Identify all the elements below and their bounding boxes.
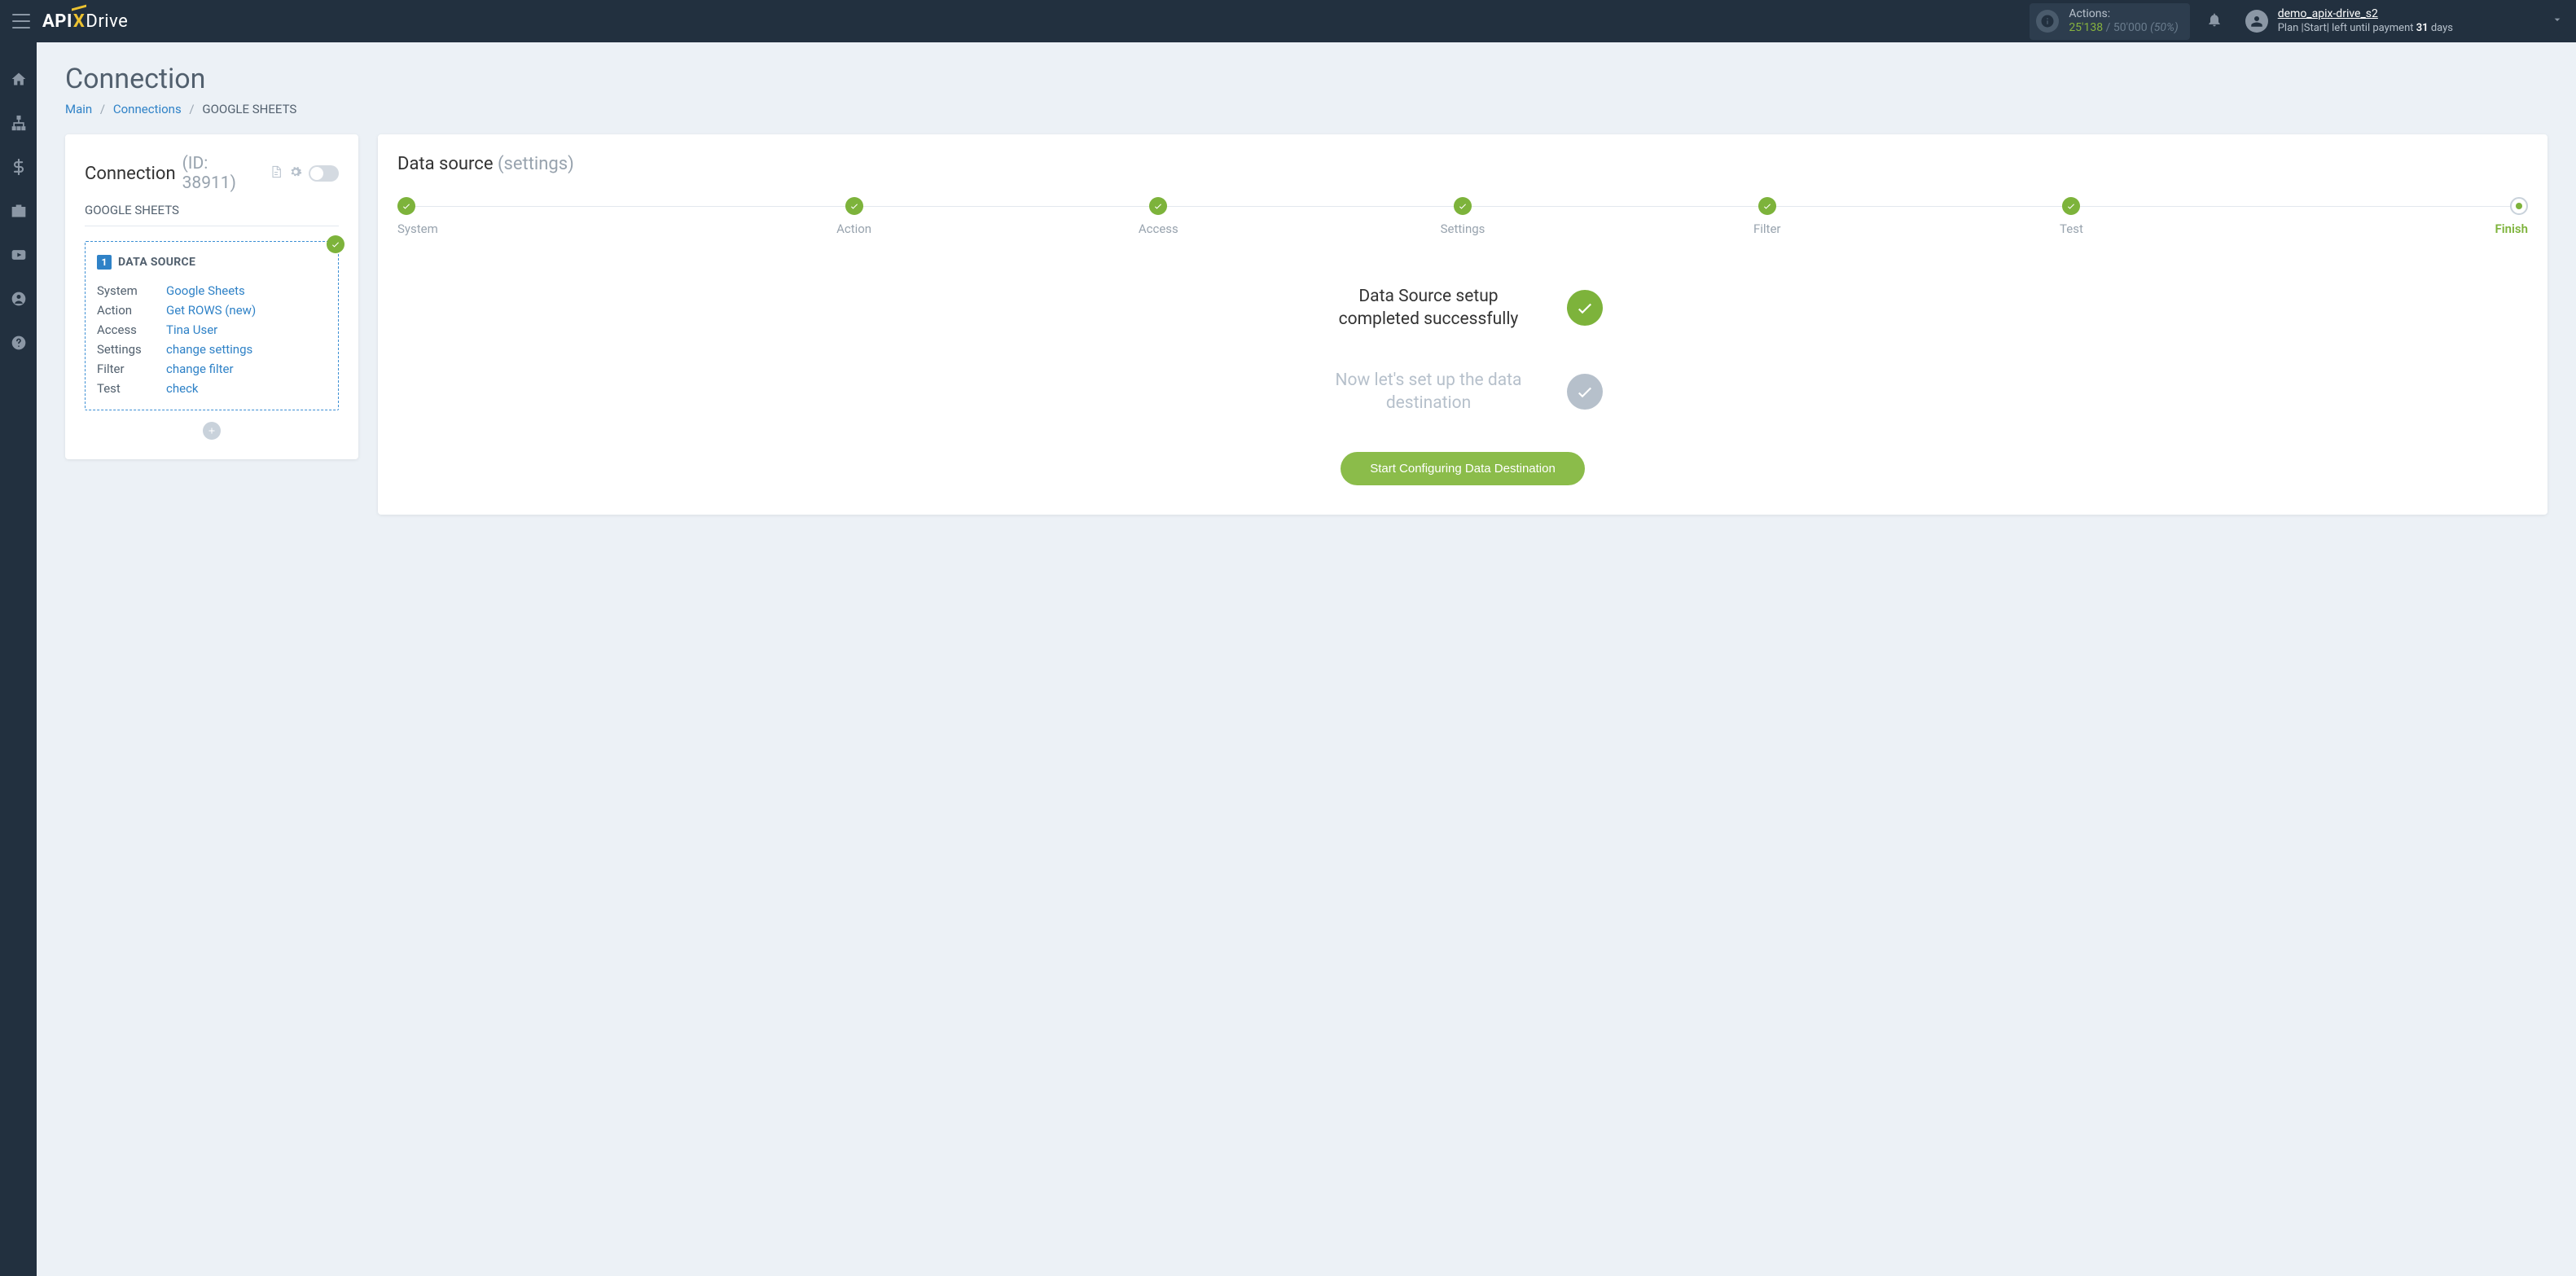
start-destination-button[interactable]: Start Configuring Data Destination xyxy=(1341,452,1585,485)
breadcrumb-current: GOOGLE SHEETS xyxy=(202,102,296,116)
home-icon[interactable] xyxy=(11,71,27,90)
ds-action-link[interactable]: Get ROWS (new) xyxy=(166,300,256,320)
account-icon[interactable] xyxy=(11,291,27,310)
success-check-icon xyxy=(1567,290,1603,326)
sidebar xyxy=(0,42,37,1276)
box-title: DATA SOURCE xyxy=(118,256,195,269)
user-menu[interactable]: demo_apix-drive_s2 Plan |Start| left unt… xyxy=(2245,7,2453,35)
status-success: Data Source setup completed successfully xyxy=(397,285,2528,331)
actions-label: Actions: xyxy=(2069,7,2178,22)
actions-pct: (50%) xyxy=(2150,21,2179,34)
chevron-down-icon[interactable] xyxy=(2453,13,2564,29)
breadcrumb: Main / Connections / GOOGLE SHEETS xyxy=(65,102,2547,116)
step-filter[interactable]: Filter xyxy=(1615,197,1920,236)
right-title: Data source (settings) xyxy=(397,154,2528,174)
youtube-icon[interactable] xyxy=(11,247,27,266)
step-access[interactable]: Access xyxy=(1006,197,1310,236)
breadcrumb-main[interactable]: Main xyxy=(65,102,92,116)
ds-test-link[interactable]: check xyxy=(166,379,199,398)
topbar: APIXDrive Actions: 25'138 / 50'000 (50%)… xyxy=(0,0,2576,42)
status-pending: Now let's set up the data destination xyxy=(397,369,2528,415)
connections-icon[interactable] xyxy=(11,115,27,134)
help-icon[interactable] xyxy=(11,335,27,354)
notifications-icon[interactable] xyxy=(2206,11,2223,31)
ds-system-link[interactable]: Google Sheets xyxy=(166,281,245,300)
billing-icon[interactable] xyxy=(11,159,27,178)
breadcrumb-connections[interactable]: Connections xyxy=(113,102,182,116)
step-system[interactable]: System xyxy=(397,197,702,236)
ds-access-link[interactable]: Tina User xyxy=(166,320,217,340)
step-test[interactable]: Test xyxy=(1920,197,2224,236)
gear-icon[interactable] xyxy=(289,165,302,182)
step-action[interactable]: Action xyxy=(702,197,1007,236)
avatar-icon xyxy=(2245,10,2268,33)
ds-settings-link[interactable]: change settings xyxy=(166,340,252,359)
connection-name: GOOGLE SHEETS xyxy=(85,203,339,226)
check-icon xyxy=(327,235,344,253)
enable-toggle[interactable] xyxy=(309,165,339,182)
hamburger-menu[interactable] xyxy=(12,14,30,29)
step-settings[interactable]: Settings xyxy=(1310,197,1615,236)
actions-widget[interactable]: Actions: 25'138 / 50'000 (50%) xyxy=(2030,3,2189,40)
actions-used: 25'138 xyxy=(2069,21,2103,34)
data-source-box[interactable]: 1 DATA SOURCE SystemGoogle Sheets Action… xyxy=(85,241,339,410)
pending-check-icon xyxy=(1567,374,1603,410)
briefcase-icon[interactable] xyxy=(11,203,27,222)
username: demo_apix-drive_s2 xyxy=(2278,7,2453,22)
box-number: 1 xyxy=(97,255,112,270)
stepper: System Action Access Settings Filter Tes… xyxy=(397,197,2528,236)
plan-info: Plan |Start| left until payment 31 days xyxy=(2278,22,2453,35)
file-icon[interactable] xyxy=(270,165,283,182)
add-button[interactable] xyxy=(203,422,221,440)
connection-panel: Connection (ID: 38911) GOOGLE SHEETS 1 D… xyxy=(65,134,358,459)
logo[interactable]: APIXDrive xyxy=(42,11,128,32)
connection-id: (ID: 38911) xyxy=(182,154,264,193)
step-finish[interactable]: Finish xyxy=(2223,197,2528,236)
info-icon xyxy=(2036,10,2059,33)
data-source-settings-panel: Data source (settings) System Action Acc… xyxy=(378,134,2547,515)
ds-filter-link[interactable]: change filter xyxy=(166,359,234,379)
page-title: Connection xyxy=(65,63,2547,95)
connection-title: Connection xyxy=(85,164,176,184)
